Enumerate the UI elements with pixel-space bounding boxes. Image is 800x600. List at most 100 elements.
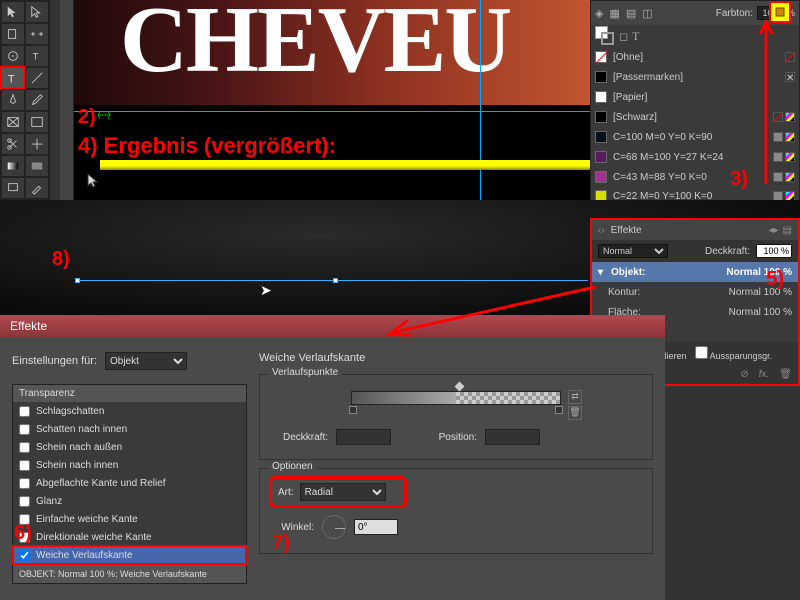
stop-opacity-input[interactable] [336,429,391,445]
selection-tool[interactable] [1,1,25,23]
effect-item[interactable]: Schlagschatten [13,402,246,420]
gradient-feather-tool[interactable] [25,155,49,177]
trash-icon[interactable]: 🗑 [779,369,792,380]
knockout-check[interactable]: Aussparungsgr. [695,346,773,361]
stop-position-input[interactable] [485,429,540,445]
page-tool[interactable] [1,23,25,45]
dialog-left-column: Einstellungen für: Objekt Transparenz Sc… [12,352,247,584]
type-on-path-tool[interactable]: T [25,45,49,67]
annotation-8: 8) [52,248,70,271]
gradient-midpoint[interactable] [455,382,465,392]
group-title: Verlaufspunkte [268,367,342,378]
type-label: Art: [278,487,294,498]
line-tool[interactable] [25,67,49,89]
guide-vertical[interactable] [480,0,481,200]
cursor-icon [86,172,100,188]
text-target-icon[interactable]: T [632,29,639,44]
pen-tool[interactable] [1,89,25,111]
dialog-right-column: Weiche Verlaufskante Verlaufspunkte ⇄ 🗑 … [259,352,653,584]
settings-for-select[interactable]: Objekt [105,352,187,370]
swatch-label: [Schwarz] [613,112,657,123]
swatch-label: C=100 M=0 Y=0 K=90 [613,132,712,143]
gradient-ramp[interactable]: ⇄ 🗑 [351,391,561,405]
arrow-icon [98,110,114,120]
delete-stop-icon[interactable]: 🗑 [568,406,582,420]
angle-input[interactable] [354,519,398,535]
gradient-stop[interactable] [349,406,357,414]
container-icon[interactable]: ◻ [619,30,628,43]
selected-object[interactable] [78,280,588,281]
fx-button[interactable]: fx. [759,369,770,380]
transform-tool[interactable] [25,133,49,155]
swatch-type-icon: ✕ [785,72,795,82]
scissors-tool[interactable] [1,133,25,155]
effect-item[interactable]: Abgeflachte Kante und Relief [13,474,246,492]
swatch-mode-icon [785,152,795,162]
clear-fx-icon[interactable]: ⊘ [740,369,748,380]
fill-stroke-toggle[interactable] [595,26,615,46]
canvas[interactable]: CHEVEU [60,0,590,200]
category-header[interactable]: Transparenz [13,385,246,402]
opacity-input[interactable] [756,244,792,258]
effect-item[interactable]: Schatten nach innen [13,420,246,438]
cursor-icon: ➤ [260,282,272,299]
panel-icon[interactable]: ▤ [626,7,636,20]
panel-menu-icon[interactable]: ▤ [783,225,792,236]
type-select[interactable]: Radial [300,483,386,501]
annotation-4: 4) Ergebnis (vergrößert): [78,133,336,159]
opacity-label: Deckkraft: [705,246,750,257]
section-title: Weiche Verlaufskante [259,352,653,364]
swatch-mode-icon [785,172,795,182]
opacity-label: Deckkraft: [272,432,328,443]
type-tool[interactable]: T [1,67,25,89]
eyedropper-tool[interactable] [25,177,49,199]
gradient-stop[interactable] [555,406,563,414]
panel-icon[interactable]: ▦ [609,7,619,20]
effects-panel-header: ‹› Effekte ◂▸ ▤ [592,220,798,240]
effect-item-gradient-feather[interactable]: Weiche Verlaufskante [13,546,246,564]
effects-panel-title: Effekte [611,225,642,236]
effect-item[interactable]: Einfache weiche Kante [13,510,246,528]
swatch-mode-icon [785,112,795,122]
swatch-label: C=43 M=88 Y=0 K=0 [613,172,707,183]
selection-handle[interactable] [333,278,338,283]
angle-wheel[interactable] [322,515,346,539]
result-bar [100,160,590,170]
effect-item[interactable]: Schein nach innen [13,456,246,474]
toolbox: T T [0,0,50,200]
ruler-vertical [60,0,74,200]
rect-frame-tool[interactable] [1,111,25,133]
note-tool[interactable] [1,177,25,199]
panel-icon[interactable]: ◫ [642,7,652,20]
arrow-red-3 [754,16,778,184]
pencil-tool[interactable] [25,89,49,111]
annotation-6: 6) [14,522,32,545]
rect-tool[interactable] [25,111,49,133]
effect-item[interactable]: Schein nach außen [13,438,246,456]
panel-icon[interactable]: ◈ [595,7,603,20]
annotation-2: 2) [78,106,96,129]
arrow-red-5 [380,282,600,342]
effect-item[interactable]: Glanz [13,492,246,510]
direct-select-tool[interactable] [25,1,49,23]
annotation-3: 3) [730,168,748,191]
svg-text:T: T [33,52,39,63]
gradient-swatch-tool[interactable] [1,155,25,177]
gap-tool[interactable] [25,23,49,45]
content-tool[interactable] [1,45,25,67]
group-title: Optionen [268,461,317,472]
swatch-mode-icon [785,132,795,142]
selection-handle[interactable] [75,278,80,283]
effect-status: OBJEKT: Normal 100 %; Weiche Verlaufskan… [13,564,246,583]
position-label: Position: [421,432,477,443]
effect-item[interactable]: Direktionale weiche Kante [13,528,246,546]
panel-collapse-icon[interactable]: ◂▸ [769,225,779,236]
annotation-7: 7) [272,532,290,555]
chevron-icon[interactable]: ‹› [598,225,605,236]
guide-horizontal[interactable] [60,111,590,112]
reverse-gradient-icon[interactable]: ⇄ [568,390,582,404]
effects-dialog: Effekte Einstellungen für: Objekt Transp… [0,315,665,600]
blend-mode-select[interactable]: Normal [598,244,668,258]
gradient-stops-group: Verlaufspunkte ⇄ 🗑 Deckkraft: Position: [259,374,653,460]
swatch-type-icon [785,52,795,62]
